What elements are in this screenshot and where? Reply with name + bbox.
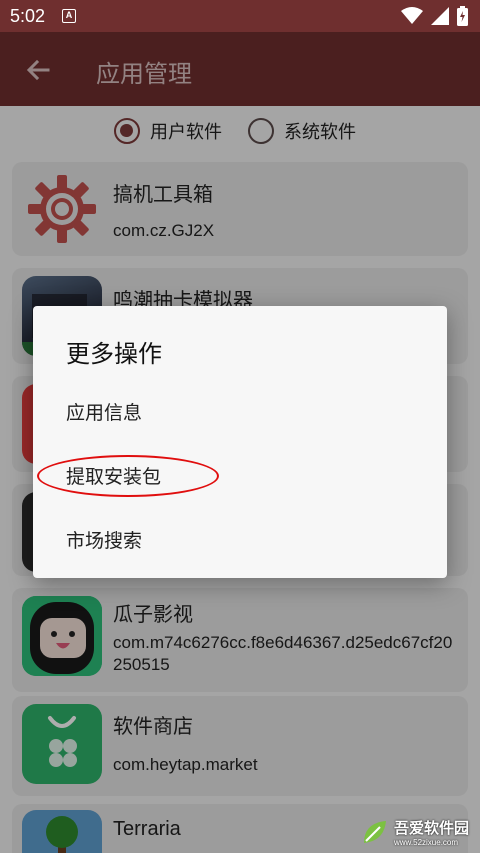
battery-icon — [457, 6, 468, 26]
watermark: 吾爱软件园 www.52zixue.com — [360, 815, 469, 849]
notification-icon: A — [62, 9, 76, 23]
wifi-icon — [401, 7, 423, 24]
status-time: 5:02 — [10, 6, 46, 26]
menu-item-app-info[interactable]: 应用信息 — [66, 398, 142, 425]
more-actions-dialog: 更多操作 应用信息 提取安装包 市场搜索 — [33, 306, 447, 578]
signal-icon — [431, 7, 449, 25]
watermark-url: www.52zixue.com — [394, 838, 459, 847]
watermark-text: 吾爱软件园 — [394, 819, 470, 837]
dialog-title: 更多操作 — [66, 340, 162, 368]
highlight-annotation — [37, 455, 219, 497]
status-icons — [401, 6, 468, 26]
leaf-logo-icon — [364, 821, 386, 843]
menu-item-market-search[interactable]: 市场搜索 — [66, 526, 142, 553]
status-bar: 5:02 A — [0, 0, 480, 32]
